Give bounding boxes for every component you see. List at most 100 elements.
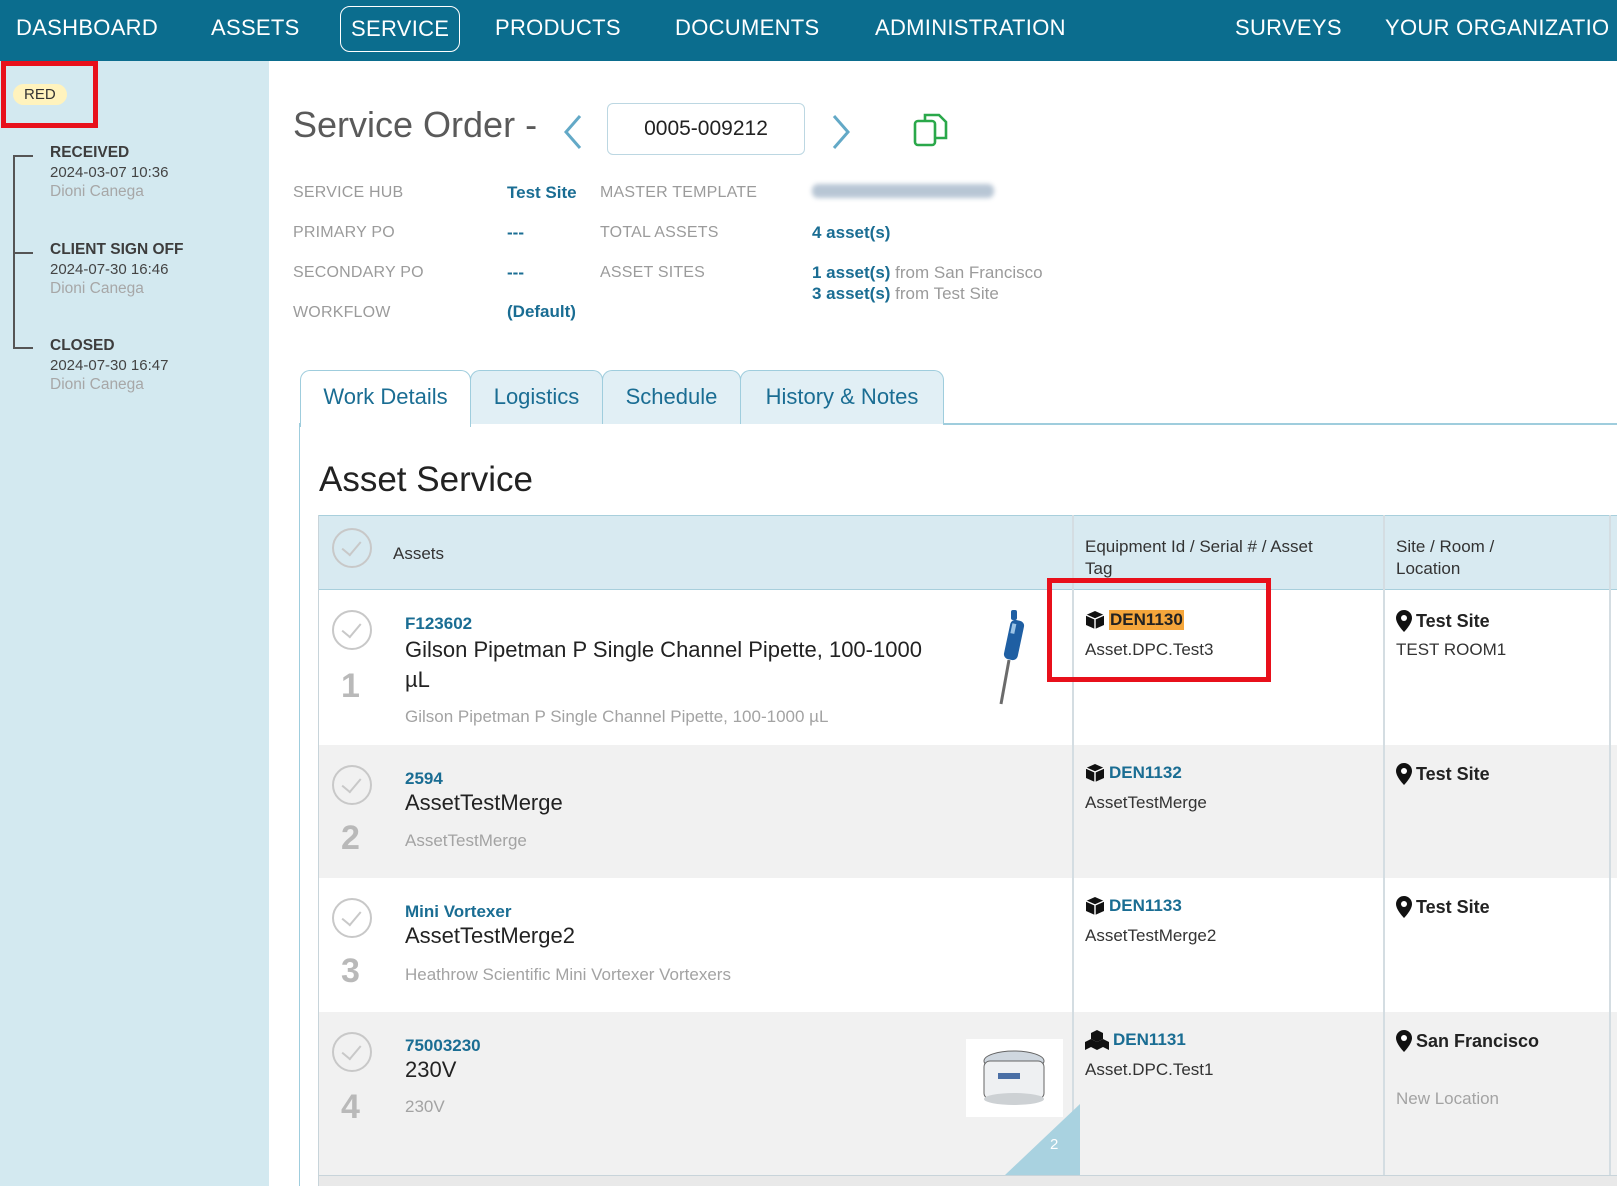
select-all-checkbox[interactable]	[332, 528, 372, 568]
total-assets-link[interactable]: 4 asset(s)	[812, 223, 890, 243]
site-name: Test Site	[1396, 610, 1490, 632]
timeline-date: 2024-07-30 16:47	[50, 357, 169, 374]
pipette-image	[999, 610, 1025, 705]
map-pin-icon	[1396, 763, 1412, 785]
box-icon	[1085, 897, 1105, 915]
asset-service-table: Assets Equipment Id / Serial # / Asset T…	[318, 515, 1617, 1186]
workflow-link[interactable]: (Default)	[507, 302, 576, 322]
header-site: Site / Room / Location	[1396, 536, 1494, 580]
table-footer	[319, 1175, 1617, 1186]
site-name-text: Test Site	[1416, 610, 1490, 631]
timeline-user: Dioni Canega	[50, 376, 144, 393]
equipment-sub: AssetTestMerge2	[1085, 926, 1217, 945]
tab-history-notes[interactable]: History & Notes	[740, 370, 944, 424]
timeline-user: Dioni Canega	[50, 183, 144, 200]
workflow-label: WORKFLOW	[293, 304, 391, 321]
room-name: TEST ROOM1	[1396, 640, 1507, 659]
tab-work-details[interactable]: Work Details	[300, 370, 471, 427]
equipment-id-text[interactable]: DEN1131	[1113, 1030, 1186, 1050]
order-number-field[interactable]: 0005-009212	[607, 103, 805, 155]
box-icon	[1085, 764, 1105, 782]
timeline-date: 2024-03-07 10:36	[50, 164, 169, 181]
row-number: 2	[341, 819, 360, 857]
asset-site-count[interactable]: 3 asset(s)	[812, 284, 890, 303]
asset-name: AssetTestMerge2	[405, 923, 575, 948]
page-corner-fold[interactable]	[1005, 1104, 1080, 1175]
service-hub-label: SERVICE HUB	[293, 184, 404, 201]
row-checkbox[interactable]	[332, 765, 372, 805]
top-nav: DASHBOARD ASSETS SERVICE PRODUCTS DOCUME…	[0, 0, 1617, 61]
header-assets: Assets	[393, 544, 445, 563]
equipment-id[interactable]: DEN1133	[1085, 896, 1182, 916]
equipment-id[interactable]: DEN1131	[1085, 1030, 1186, 1050]
highlight-box-equipment	[1047, 578, 1271, 682]
nav-administration[interactable]: ADMINISTRATION	[875, 0, 1066, 61]
row-checkbox[interactable]	[332, 898, 372, 938]
timeline-tick	[13, 155, 33, 157]
header-site-line2: Location	[1396, 559, 1461, 578]
nav-dashboard[interactable]: DASHBOARD	[16, 0, 158, 61]
equipment-id[interactable]: DEN1132	[1085, 763, 1182, 783]
asset-id-link[interactable]: F123602	[405, 614, 472, 634]
asset-description: Heathrow Scientific Mini Vortexer Vortex…	[405, 965, 731, 984]
site-name: Test Site	[1396, 763, 1490, 785]
map-pin-icon	[1396, 610, 1412, 632]
section-title: Asset Service	[319, 460, 533, 499]
location-name: New Location	[1396, 1089, 1500, 1108]
row-checkbox[interactable]	[332, 1032, 372, 1072]
asset-site-line: 3 asset(s) from Test Site	[812, 284, 999, 304]
equipment-id-text[interactable]: DEN1132	[1109, 763, 1182, 783]
highlight-box-status	[1, 61, 98, 128]
copy-icon[interactable]	[911, 110, 951, 150]
tab-schedule[interactable]: Schedule	[602, 370, 741, 424]
asset-id-link[interactable]: Mini Vortexer	[405, 902, 511, 922]
asset-description: 230V	[405, 1097, 445, 1116]
asset-name: 230V	[405, 1057, 457, 1082]
equipment-id-text[interactable]: DEN1133	[1109, 896, 1182, 916]
corner-count: 2	[1050, 1136, 1059, 1153]
primary-po-value: ---	[507, 223, 524, 242]
asset-site-line: 1 asset(s) from San Francisco	[812, 263, 1043, 283]
page-title: Service Order -	[293, 104, 538, 145]
header-equipment-line1: Equipment Id / Serial # / Asset	[1085, 537, 1313, 556]
equipment-sub: Asset.DPC.Test1	[1085, 1060, 1214, 1079]
table-row: 3 Mini Vortexer AssetTestMerge2 Heathrow…	[319, 878, 1617, 1012]
asset-name: AssetTestMerge	[405, 790, 563, 815]
timeline-entry: CLOSED 2024-07-30 16:47 Dioni Canega	[50, 337, 168, 394]
column-divider	[1609, 515, 1611, 1175]
site-name-text: Test Site	[1416, 763, 1490, 784]
map-pin-icon	[1396, 1030, 1412, 1052]
table-row: 1 F123602 Gilson Pipetman P Single Chann…	[319, 590, 1617, 745]
row-checkbox[interactable]	[332, 610, 372, 650]
boxes-icon	[1085, 1030, 1109, 1050]
header-equipment: Equipment Id / Serial # / Asset Tag	[1085, 536, 1313, 580]
chevron-right-icon[interactable]	[828, 112, 854, 152]
row-number: 1	[341, 667, 360, 705]
table-header: Assets Equipment Id / Serial # / Asset T…	[319, 515, 1617, 590]
asset-description: Gilson Pipetman P Single Channel Pipette…	[405, 707, 829, 726]
nav-service[interactable]: SERVICE	[340, 6, 461, 52]
tab-underline	[943, 423, 1617, 425]
map-pin-icon	[1396, 896, 1412, 918]
asset-id-link[interactable]: 2594	[405, 769, 443, 789]
timeline-date: 2024-07-30 16:46	[50, 261, 169, 278]
service-hub-link[interactable]: Test Site	[507, 183, 577, 203]
nav-assets[interactable]: ASSETS	[211, 0, 300, 61]
nav-organization[interactable]: YOUR ORGANIZATIO	[1385, 0, 1609, 61]
asset-id-link[interactable]: 75003230	[405, 1036, 481, 1056]
nav-surveys[interactable]: SURVEYS	[1235, 0, 1342, 61]
nav-products[interactable]: PRODUCTS	[495, 0, 621, 61]
asset-sites-label: ASSET SITES	[600, 264, 706, 281]
table-row: 2 2594 AssetTestMerge AssetTestMerge DEN…	[319, 745, 1617, 878]
asset-site-count[interactable]: 1 asset(s)	[812, 263, 890, 282]
secondary-po-label: SECONDARY PO	[293, 264, 424, 281]
asset-name: Gilson Pipetman P Single Channel Pipette…	[405, 637, 922, 692]
primary-po-label: PRIMARY PO	[293, 224, 395, 241]
asset-description: AssetTestMerge	[405, 831, 527, 850]
nav-documents[interactable]: DOCUMENTS	[675, 0, 819, 61]
master-template-label: MASTER TEMPLATE	[600, 184, 758, 201]
tab-logistics[interactable]: Logistics	[470, 370, 603, 424]
table-row: 4 75003230 230V 230V DEN1131 Asset.DPC.T…	[319, 1012, 1617, 1176]
timeline-entry: CLIENT SIGN OFF 2024-07-30 16:46 Dioni C…	[50, 241, 183, 298]
chevron-left-icon[interactable]	[560, 112, 586, 152]
